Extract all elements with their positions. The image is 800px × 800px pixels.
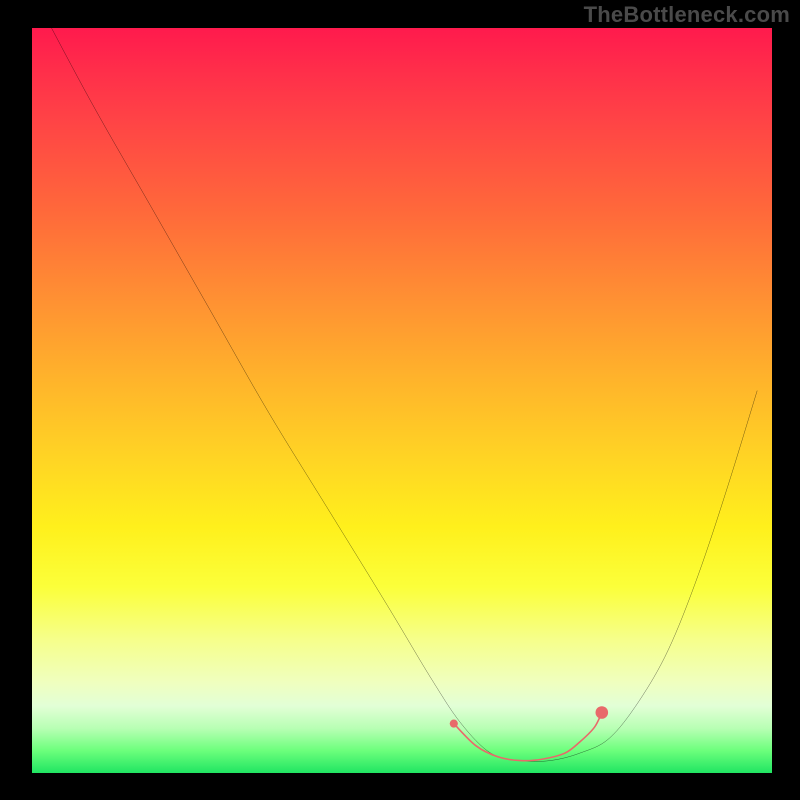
watermark-text: TheBottleneck.com bbox=[584, 2, 790, 28]
highlight-dot-start bbox=[450, 720, 458, 728]
plot-area bbox=[32, 28, 772, 773]
chart-frame: TheBottleneck.com bbox=[0, 0, 800, 800]
curve-layer bbox=[32, 28, 772, 768]
highlight-segment bbox=[454, 713, 602, 761]
bottleneck-curve bbox=[32, 28, 757, 762]
highlight-dot-end bbox=[596, 706, 609, 719]
